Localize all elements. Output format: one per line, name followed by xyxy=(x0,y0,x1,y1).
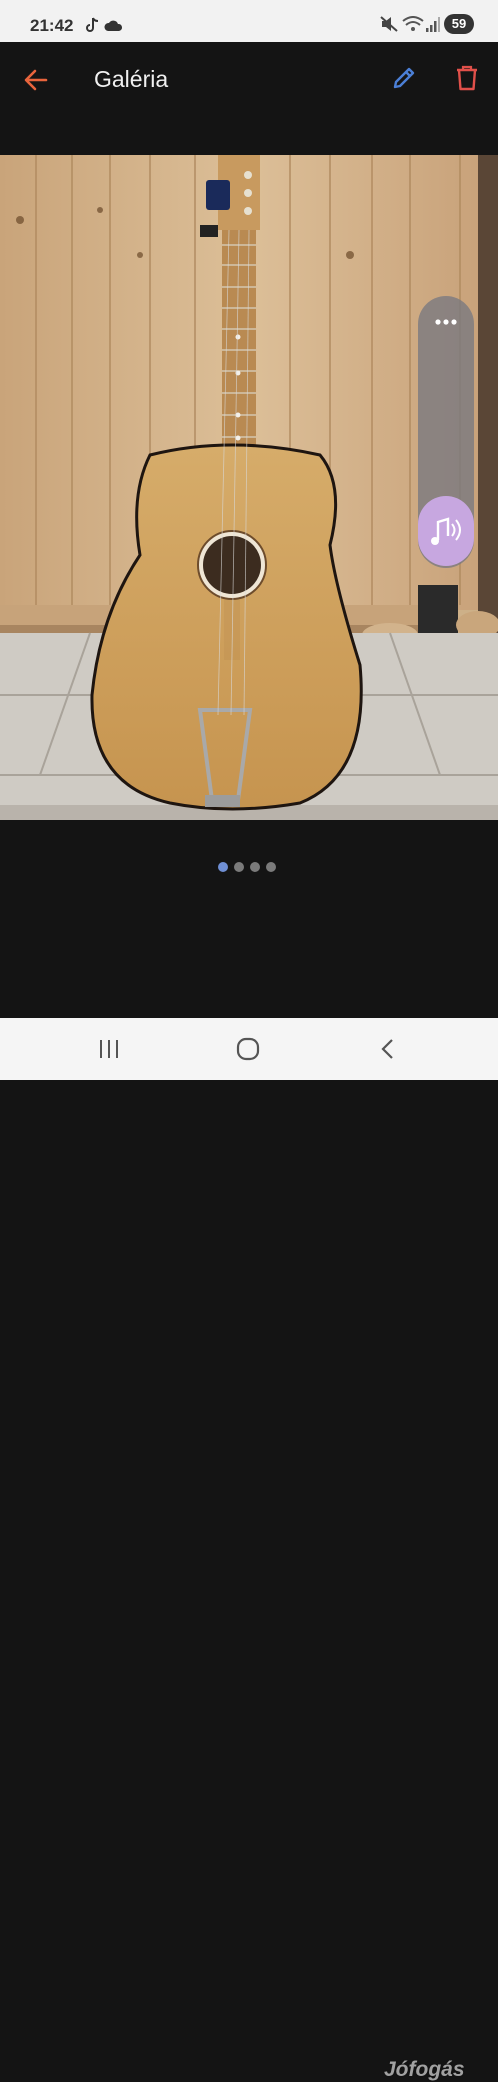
edit-pencil-icon[interactable] xyxy=(390,64,418,92)
status-bar: 21:42 59 xyxy=(0,0,498,42)
more-options-icon[interactable] xyxy=(418,310,474,334)
back-arrow-icon[interactable] xyxy=(22,66,50,94)
recent-apps-icon[interactable] xyxy=(96,1036,122,1062)
page-dot[interactable] xyxy=(266,862,276,872)
signal-icon xyxy=(426,17,440,32)
back-nav-icon[interactable] xyxy=(378,1036,398,1062)
wifi-icon xyxy=(402,16,424,31)
floating-side-panel xyxy=(418,296,474,568)
mute-icon xyxy=(380,16,398,32)
page-title: Galéria xyxy=(94,66,169,92)
delete-trash-icon[interactable] xyxy=(454,64,480,92)
jofogas-watermark: Jófogás xyxy=(384,2058,465,2081)
tiktok-icon xyxy=(86,17,99,32)
page-indicator xyxy=(218,862,278,872)
sound-search-button[interactable] xyxy=(418,496,474,566)
system-nav-bar: Jófogás xyxy=(0,1018,498,2081)
battery-indicator: 59 xyxy=(444,14,474,34)
cloud-icon xyxy=(104,20,123,31)
page-dot[interactable] xyxy=(234,862,244,872)
page-dot[interactable] xyxy=(250,862,260,872)
status-time: 21:42 xyxy=(30,16,74,35)
home-icon[interactable] xyxy=(235,1036,261,1062)
music-note-icon xyxy=(431,517,461,545)
app-bar: Galéria xyxy=(0,42,498,118)
page-dot[interactable] xyxy=(218,862,228,872)
